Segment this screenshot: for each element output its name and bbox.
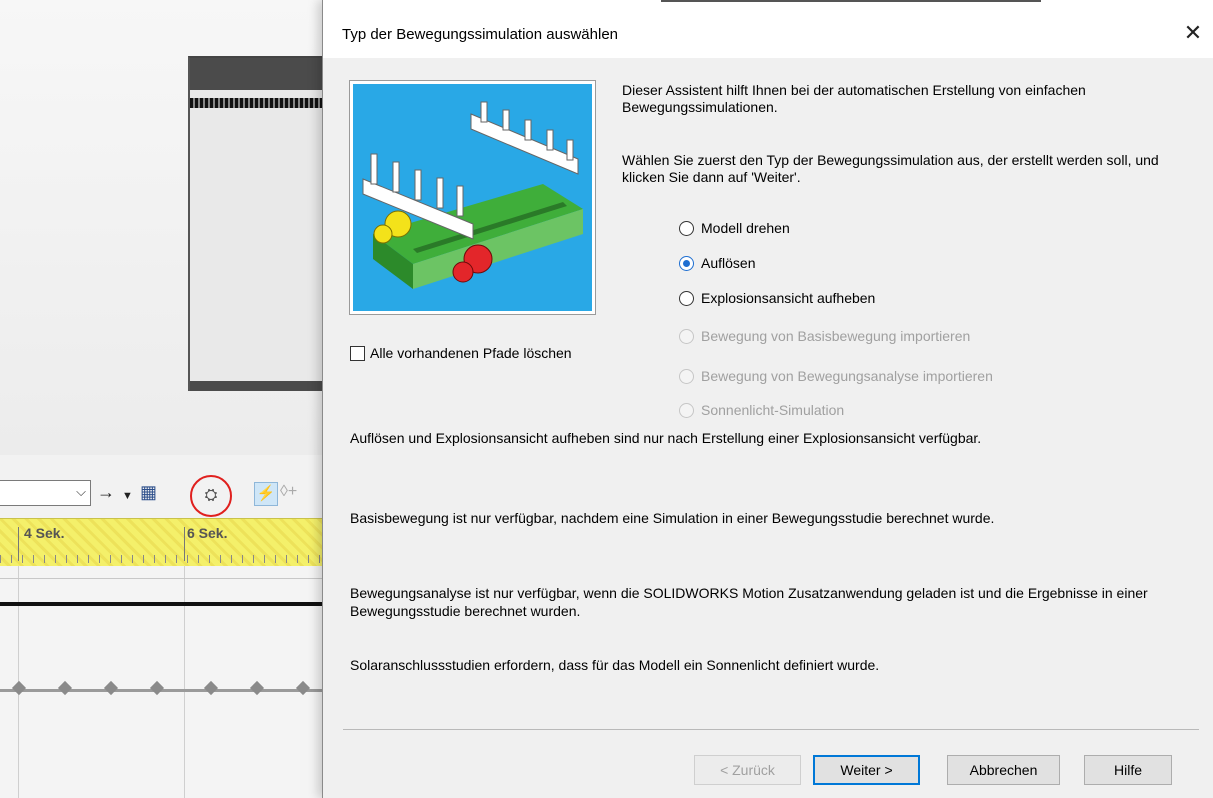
note-basic-motion: Basisbewegung ist nur verfügbar, nachdem… <box>350 510 995 526</box>
radio-indicator <box>679 328 694 344</box>
radio-collapse-explode[interactable]: Explosionsansicht aufheben <box>679 287 875 309</box>
dialog-title: Typ der Bewegungssimulation auswählen <box>342 26 618 43</box>
timeline-rows <box>0 566 330 798</box>
timeline-ruler[interactable]: 4 Sek. 6 Sek. <box>0 518 330 568</box>
radio-sunlight-simulation: Sonnenlicht-Simulation <box>679 399 844 421</box>
radio-label: Auflösen <box>701 255 756 271</box>
timeline-label: 4 Sek. <box>24 525 65 541</box>
note-dissolve: Auflösen und Explosionsansicht aufheben … <box>350 430 982 446</box>
radio-indicator <box>679 220 694 236</box>
study-type-combo[interactable]: ⌵ <box>0 480 91 506</box>
instruction-text: Wählen Sie zuerst den Typ der Bewegungss… <box>622 152 1159 185</box>
model-graphic <box>188 56 330 391</box>
checkbox-label: Alle vorhandenen Pfade löschen <box>370 345 572 361</box>
radio-label: Bewegung von Basisbewegung importieren <box>701 328 971 344</box>
radio-dissolve[interactable]: Auflösen <box>679 252 755 274</box>
radio-indicator <box>679 290 694 306</box>
wizard-preview-image <box>349 80 596 315</box>
radio-label: Explosionsansicht aufheben <box>701 290 876 306</box>
key-point[interactable] <box>203 680 219 696</box>
key-point[interactable] <box>11 680 27 696</box>
motion-study-wizard-icon[interactable]: ⛭ <box>190 475 232 517</box>
next-button[interactable]: Weiter > <box>813 755 920 785</box>
key-point[interactable] <box>57 680 73 696</box>
intro-text: Dieser Assistent hilft Ihnen bei der aut… <box>622 82 1086 115</box>
arrow-right-icon[interactable]: → <box>97 482 115 502</box>
dialog-titlebar[interactable]: Typ der Bewegungssimulation auswählen ✕ <box>323 0 1213 58</box>
key-point[interactable] <box>249 680 265 696</box>
background-application: ⌵ → ▼ ▦ ⛭ ⚡ ◊+ 4 Sek. 6 Sek. <box>0 0 330 798</box>
cancel-button[interactable]: Abbrechen <box>947 755 1060 785</box>
help-button[interactable]: Hilfe <box>1084 755 1172 785</box>
save-animation-icon[interactable]: ▦ <box>140 482 157 502</box>
radio-import-basic-motion: Bewegung von Basisbewegung importieren <box>679 325 970 347</box>
back-button[interactable]: < Zurück <box>694 755 801 785</box>
timeline-label: 6 Sek. <box>187 525 228 541</box>
motion-study-toolbar: ⌵ → ▼ ▦ ⛭ ⚡ ◊+ <box>0 470 330 517</box>
button-separator <box>343 729 1199 730</box>
radio-label: Sonnenlicht-Simulation <box>701 402 845 418</box>
note-sunlight: Solaranschlussstudien erfordern, dass fü… <box>350 657 880 673</box>
calculate-icon[interactable]: ⚡ <box>254 482 278 506</box>
note-motion-analysis: Bewegungsanalyse ist nur verfügbar, wenn… <box>350 585 1148 619</box>
radio-import-motion-analysis: Bewegung von Bewegungsanalyse importiere… <box>679 365 993 387</box>
radio-indicator <box>679 255 694 271</box>
radio-label: Bewegung von Bewegungsanalyse importiere… <box>701 368 993 384</box>
dropdown-chevron-icon: ⌵ <box>76 484 86 499</box>
dropdown-arrow-icon[interactable]: ▼ <box>122 486 133 506</box>
key-point[interactable] <box>149 680 165 696</box>
key-track <box>0 689 330 692</box>
key-point[interactable] <box>295 680 311 696</box>
delete-paths-checkbox[interactable]: Alle vorhandenen Pfade löschen <box>350 345 572 361</box>
close-icon[interactable]: ✕ <box>1178 18 1208 48</box>
checkbox-indicator <box>350 345 365 361</box>
graphics-viewport[interactable] <box>0 0 330 455</box>
radio-label: Modell drehen <box>701 220 790 236</box>
motion-type-dialog: Typ der Bewegungssimulation auswählen ✕ <box>322 0 1213 798</box>
radio-indicator <box>679 368 694 384</box>
radio-indicator <box>679 402 694 418</box>
radio-rotate-model[interactable]: Modell drehen <box>679 217 790 239</box>
assembly-illustration <box>353 84 592 311</box>
key-point[interactable] <box>103 680 119 696</box>
add-key-icon[interactable]: ◊+ <box>280 482 297 502</box>
